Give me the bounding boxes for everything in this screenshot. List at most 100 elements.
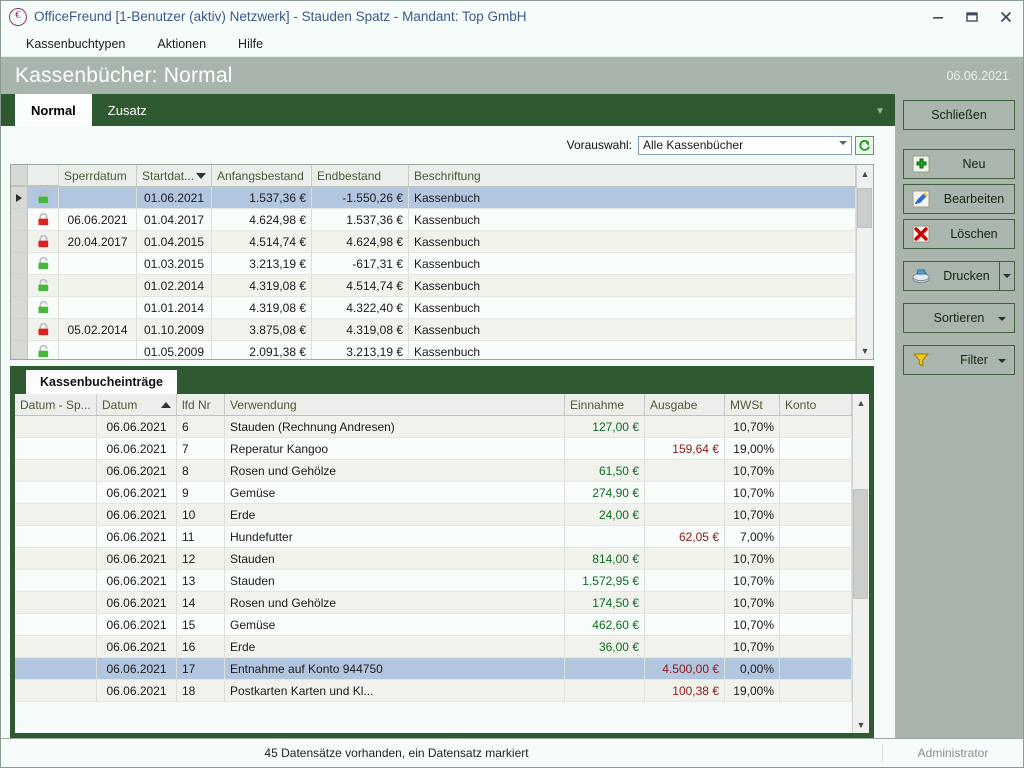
- scroll-down-icon[interactable]: ▼: [857, 342, 873, 359]
- column-header-mwst[interactable]: MWSt: [725, 394, 780, 415]
- column-header-startdatum[interactable]: Startdat...: [137, 165, 212, 186]
- schlie-en-button[interactable]: Schließen: [903, 100, 1015, 130]
- cell-einnahme: 814,00 €: [565, 548, 645, 570]
- refresh-button[interactable]: [855, 135, 874, 155]
- scroll-up-icon[interactable]: ▲: [857, 165, 873, 182]
- lock-open-icon[interactable]: [28, 297, 59, 319]
- scroll-down-icon[interactable]: ▼: [853, 716, 869, 733]
- table-row[interactable]: 06.06.2021 9 Gemüse 274,90 € 10,70%: [15, 482, 852, 504]
- books-grid-rows[interactable]: 01.06.2021 1.537,36 € -1.550,26 € Kassenbuc…: [11, 187, 856, 359]
- column-header-sperrdatum[interactable]: Sperrdatum: [59, 165, 137, 186]
- cell-konto: [780, 526, 852, 548]
- table-row[interactable]: 06.06.2021 6 Stauden (Rechnung Andresen) 12…: [15, 416, 852, 438]
- table-row[interactable]: 06.06.2021 11 Hundefutter 62,05 €7,00%: [15, 526, 852, 548]
- books-grid-scrollbar[interactable]: ▲ ▼: [856, 165, 873, 359]
- cell-datum_sp: [15, 680, 97, 702]
- lock-open-icon[interactable]: [28, 341, 59, 359]
- column-header-anfangsbestand[interactable]: Anfangsbestand: [212, 165, 312, 186]
- column-header-konto[interactable]: Konto: [780, 394, 852, 415]
- filter-button[interactable]: Filter: [903, 345, 1015, 375]
- table-row[interactable]: 06.06.2021 8 Rosen und Gehölze 61,50 € 10,70…: [15, 460, 852, 482]
- table-row[interactable]: 06.06.2021 01.04.2017 4.624,98 €1.537,36 €…: [11, 209, 856, 231]
- cell-lfdnr: 14: [177, 592, 225, 614]
- column-header-endbestand[interactable]: Endbestand: [312, 165, 409, 186]
- column-header-einnahme[interactable]: Einnahme: [565, 394, 645, 415]
- table-row[interactable]: 06.06.2021 12 Stauden 814,00 € 10,70%: [15, 548, 852, 570]
- close-button[interactable]: [989, 1, 1023, 32]
- entries-grid-rows[interactable]: 06.06.2021 6 Stauden (Rechnung Andresen) 12…: [15, 416, 852, 733]
- lock-closed-icon[interactable]: [28, 319, 59, 341]
- minimize-button[interactable]: [921, 1, 955, 32]
- neu-button[interactable]: Neu: [903, 149, 1015, 179]
- cell-ausgabe: 62,05 €: [645, 526, 725, 548]
- l-schen-button[interactable]: Löschen: [903, 219, 1015, 249]
- lock-closed-icon[interactable]: [28, 231, 59, 253]
- cell-sperrdatum: [59, 275, 137, 297]
- cell-verwendung: Stauden: [225, 548, 565, 570]
- column-header-ausgabe[interactable]: Ausgabe: [645, 394, 725, 415]
- euro-icon: €: [9, 7, 27, 26]
- cell-lfdnr: 16: [177, 636, 225, 658]
- tab-zusatz[interactable]: Zusatz: [92, 94, 163, 126]
- lock-closed-icon[interactable]: [28, 209, 59, 231]
- table-row[interactable]: 20.04.2017 01.04.2015 4.514,74 €4.624,98 €…: [11, 231, 856, 253]
- scroll-thumb[interactable]: [857, 188, 872, 228]
- chevron-down-icon[interactable]: [998, 359, 1006, 363]
- table-row[interactable]: 01.01.2014 4.319,08 €4.322,40 € Kassenbuch: [11, 297, 856, 319]
- current-row-arrow-icon: [16, 193, 22, 202]
- table-row[interactable]: 06.06.2021 13 Stauden 1.572,95 € 10,70%: [15, 570, 852, 592]
- preselect-combo[interactable]: Alle Kassenbücher: [638, 135, 852, 155]
- scroll-up-icon[interactable]: ▲: [853, 394, 869, 411]
- cell-datum_sp: [15, 636, 97, 658]
- chevron-down-icon[interactable]: [998, 317, 1006, 321]
- lock-open-icon[interactable]: [28, 187, 59, 209]
- cell-lfdnr: 15: [177, 614, 225, 636]
- cell-sperrdatum: [59, 341, 137, 359]
- drucken-button[interactable]: Drucken: [903, 261, 1015, 291]
- cell-mwst: 10,70%: [725, 614, 780, 636]
- menu-item-hilfe[interactable]: Hilfe: [235, 35, 266, 53]
- column-header-beschriftung[interactable]: Beschriftung: [409, 165, 856, 186]
- column-header-verwendung[interactable]: Verwendung: [225, 394, 565, 415]
- table-row[interactable]: 01.05.2009 2.091,38 €3.213,19 € Kassenbuch: [11, 341, 856, 359]
- sortieren-button[interactable]: Sortieren: [903, 303, 1015, 333]
- table-row[interactable]: 06.06.2021 17 Entnahme auf Konto 944750 4.5…: [15, 658, 852, 680]
- table-row[interactable]: 01.03.2015 3.213,19 € -617,31 € Kassenbuch: [11, 253, 856, 275]
- column-header-datum_sp[interactable]: Datum - Sp...: [15, 394, 97, 415]
- books-grid[interactable]: Sperrdatum Startdat... Anfangsbestand Endbe…: [10, 164, 874, 360]
- table-row[interactable]: 01.02.2014 4.319,08 €4.514,74 € Kassenbuch: [11, 275, 856, 297]
- tab-kassenbucheintraege[interactable]: Kassenbucheinträge: [26, 370, 177, 394]
- cell-sperrdatum: [59, 297, 137, 319]
- lock-open-icon[interactable]: [28, 275, 59, 297]
- cell-anfangsbestand: 4.319,08 €: [212, 297, 312, 319]
- column-header-datum[interactable]: Datum: [97, 394, 177, 415]
- tab-overflow-icon[interactable]: ▼: [875, 106, 885, 117]
- column-header-label: Startdat...: [142, 168, 195, 183]
- table-row[interactable]: 06.06.2021 7 Reperatur Kangoo 159,64 €19,00…: [15, 438, 852, 460]
- cell-datum: 06.06.2021: [97, 438, 177, 460]
- table-row[interactable]: 05.02.2014 01.10.2009 3.875,08 €4.319,08 €…: [11, 319, 856, 341]
- menu-item-kassenbuchtypen[interactable]: Kassenbuchtypen: [23, 35, 128, 53]
- menu-item-aktionen[interactable]: Aktionen: [154, 35, 209, 53]
- entries-grid[interactable]: Datum - Sp... Datum lfd Nr Verwendung Einnah…: [15, 394, 869, 733]
- row-indicator: [11, 297, 28, 319]
- table-row[interactable]: 06.06.2021 18 Postkarten Karten und Kl... 1…: [15, 680, 852, 702]
- cell-anfangsbestand: 4.624,98 €: [212, 209, 312, 231]
- scroll-thumb[interactable]: [853, 489, 868, 599]
- table-row[interactable]: 06.06.2021 10 Erde 24,00 € 10,70%: [15, 504, 852, 526]
- table-row[interactable]: 01.06.2021 1.537,36 € -1.550,26 € Kassenbuc…: [11, 187, 856, 209]
- lock-open-icon[interactable]: [28, 253, 59, 275]
- scroll-track[interactable]: [857, 182, 873, 342]
- drucken-dropdown-toggle[interactable]: [999, 262, 1014, 290]
- table-row[interactable]: 06.06.2021 15 Gemüse 462,60 € 10,70%: [15, 614, 852, 636]
- scroll-track[interactable]: [853, 411, 869, 716]
- entries-grid-scrollbar[interactable]: ▲ ▼: [852, 394, 869, 733]
- maximize-button[interactable]: [955, 1, 989, 32]
- bearbeiten-button[interactable]: Bearbeiten: [903, 184, 1015, 214]
- tab-normal[interactable]: Normal: [15, 94, 92, 126]
- table-row[interactable]: 06.06.2021 16 Erde 36,00 € 10,70%: [15, 636, 852, 658]
- cell-verwendung: Postkarten Karten und Kl...: [225, 680, 565, 702]
- column-header-lfdnr[interactable]: lfd Nr: [177, 394, 225, 415]
- cell-mwst: 10,70%: [725, 460, 780, 482]
- table-row[interactable]: 06.06.2021 14 Rosen und Gehölze 174,50 € 10,…: [15, 592, 852, 614]
